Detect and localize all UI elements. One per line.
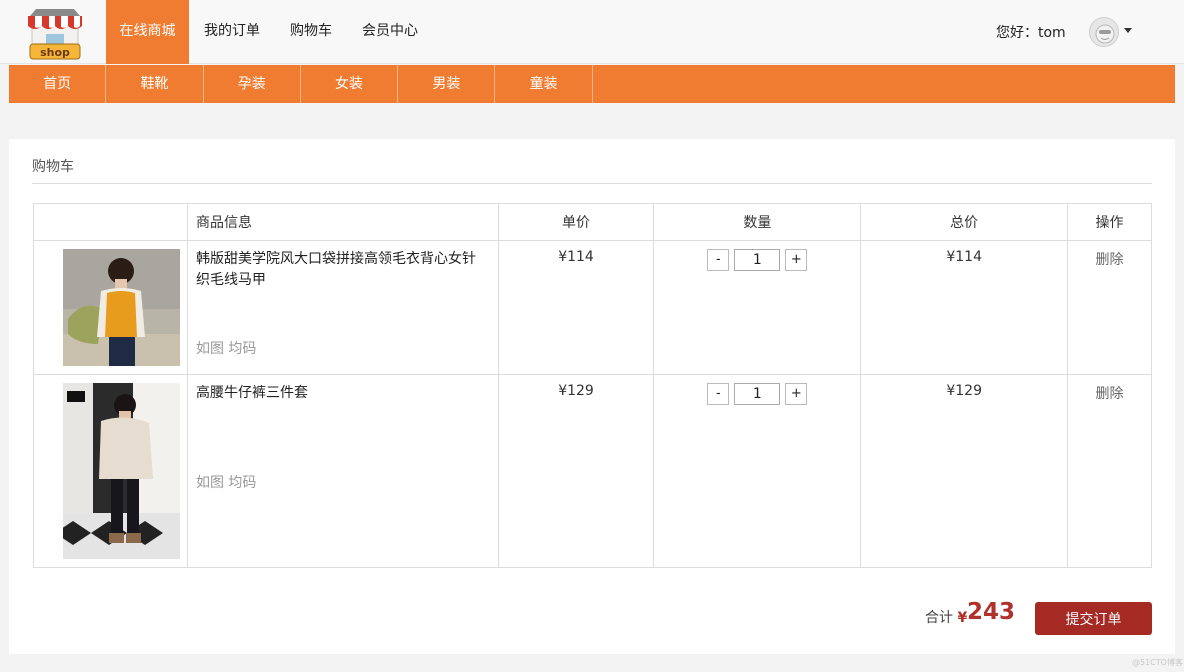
- decrease-quantity-button[interactable]: -: [707, 383, 730, 405]
- product-photo-jeans-set: [63, 383, 180, 559]
- product-info-cell: 高腰牛仔裤三件套 如图 均码: [186, 374, 499, 568]
- column-header-unit-price: 单价: [497, 203, 655, 241]
- svg-text:shop: shop: [40, 46, 70, 59]
- quantity-stepper: - +: [654, 383, 860, 405]
- product-name[interactable]: 韩版甜美学院风大口袋拼接高领毛衣背心女针织毛线马甲: [196, 249, 490, 291]
- product-image-cell: [33, 374, 188, 568]
- user-greeting: 您好：tom: [996, 25, 1066, 41]
- title-divider: [32, 183, 1152, 184]
- product-image-cell: [33, 240, 188, 375]
- product-info-cell: 韩版甜美学院风大口袋拼接高领毛衣背心女针织毛线马甲 如图 均码: [186, 240, 499, 375]
- nav-member-center[interactable]: 会员中心: [347, 0, 433, 64]
- delete-item-link[interactable]: 删除: [1096, 386, 1124, 402]
- product-photo-sweater-vest: [63, 249, 180, 366]
- quantity-input[interactable]: [734, 383, 781, 405]
- avatar[interactable]: [1089, 17, 1119, 47]
- unit-price: ¥114: [497, 240, 655, 375]
- category-home[interactable]: 首页: [9, 65, 107, 103]
- category-men[interactable]: 男装: [398, 65, 496, 103]
- top-navbar: shop 在线商城 我的订单 购物车 会员中心 您好：tom: [0, 0, 1184, 64]
- currency-symbol: ¥: [957, 610, 968, 626]
- shop-logo-icon: shop: [28, 9, 82, 60]
- order-total-label: 合计 ¥: [925, 607, 967, 627]
- decrease-quantity-button[interactable]: -: [707, 249, 730, 271]
- actions-cell: 删除: [1067, 374, 1152, 568]
- quantity-input[interactable]: [734, 249, 781, 271]
- category-shoes[interactable]: 鞋靴: [106, 65, 204, 103]
- cart-table: 商品信息 单价 数量 总价 操作 韩版甜美学院风大口袋拼接高领毛衣背心女针织毛线…: [33, 203, 1152, 568]
- category-women[interactable]: 女装: [301, 65, 399, 103]
- column-header-total: 总价: [860, 203, 1069, 241]
- item-total: ¥114: [860, 240, 1069, 375]
- category-bar: 首页 鞋靴 孕装 女装 男装 童装: [9, 65, 1175, 103]
- total-label-text: 合计: [925, 610, 953, 626]
- nav-my-orders[interactable]: 我的订单: [189, 0, 275, 64]
- chevron-down-icon[interactable]: [1124, 28, 1132, 33]
- order-total-value: 243: [967, 599, 1016, 625]
- product-spec: 如图 均码: [195, 475, 257, 491]
- delete-item-link[interactable]: 删除: [1096, 252, 1124, 268]
- product-image[interactable]: [63, 383, 180, 559]
- category-maternity[interactable]: 孕装: [204, 65, 301, 103]
- column-header-product-info: 商品信息: [186, 203, 499, 241]
- page-title: 购物车: [32, 159, 74, 175]
- shop-logo[interactable]: shop: [24, 6, 86, 62]
- increase-quantity-button[interactable]: +: [785, 383, 808, 405]
- nav-online-mall[interactable]: 在线商城: [106, 0, 189, 64]
- product-name[interactable]: 高腰牛仔裤三件套: [196, 383, 490, 404]
- quantity-stepper: - +: [654, 249, 860, 271]
- column-header-quantity: 数量: [653, 203, 862, 241]
- table-row: 韩版甜美学院风大口袋拼接高领毛衣背心女针织毛线马甲 如图 均码 ¥114 - +…: [33, 240, 1152, 375]
- increase-quantity-button[interactable]: +: [785, 249, 808, 271]
- column-header-image: [33, 203, 188, 241]
- product-image[interactable]: [63, 249, 180, 366]
- actions-cell: 删除: [1067, 240, 1152, 375]
- user-avatar-icon: [1095, 24, 1115, 44]
- main-nav: 在线商城 我的订单 购物车 会员中心: [106, 0, 433, 64]
- product-spec: 如图 均码: [195, 341, 257, 357]
- watermark: @51CTO博客: [1132, 658, 1183, 667]
- column-header-actions: 操作: [1067, 203, 1152, 241]
- category-kids[interactable]: 童装: [495, 65, 593, 103]
- unit-price: ¥129: [497, 374, 655, 568]
- item-total: ¥129: [860, 374, 1069, 568]
- quantity-cell: - +: [653, 240, 862, 375]
- submit-order-button[interactable]: 提交订单: [1035, 602, 1152, 635]
- table-header-row: 商品信息 单价 数量 总价 操作: [33, 203, 1152, 241]
- cart-panel: 购物车 商品信息 单价 数量 总价 操作 韩版甜美学院风大口袋拼接高领毛衣背心女…: [9, 139, 1175, 654]
- quantity-cell: - +: [653, 374, 862, 568]
- nav-cart[interactable]: 购物车: [275, 0, 347, 64]
- table-row: 高腰牛仔裤三件套 如图 均码 ¥129 - + ¥129 删除: [33, 374, 1152, 568]
